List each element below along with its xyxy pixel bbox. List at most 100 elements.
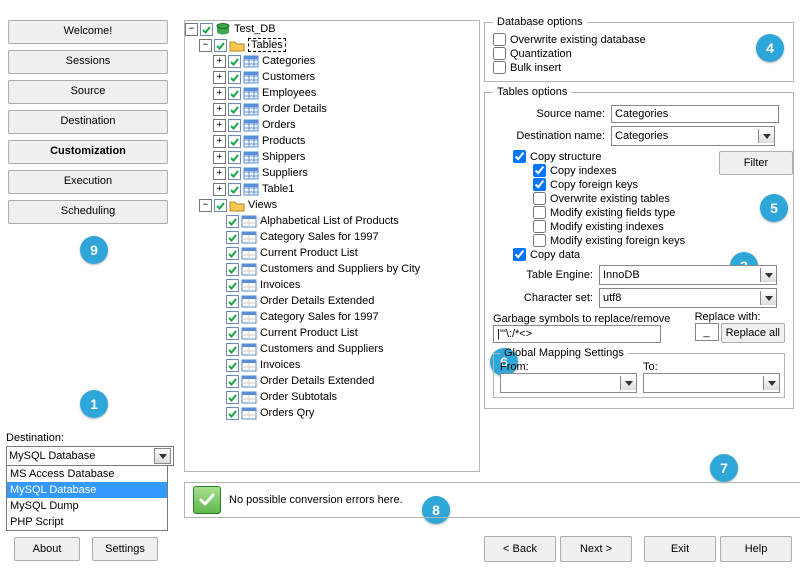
tree-item[interactable]: +Suppliers (185, 165, 479, 181)
checkbox-icon[interactable] (228, 167, 241, 180)
expand-icon[interactable]: + (213, 135, 226, 148)
tree-item[interactable]: Customers and Suppliers (185, 341, 479, 357)
checkbox-icon[interactable] (226, 263, 239, 276)
tree-item[interactable]: +Table1 (185, 181, 479, 197)
table-engine-combo[interactable]: InnoDB (599, 265, 777, 285)
modify-fk-checkbox[interactable]: Modify existing foreign keys (533, 234, 719, 247)
tree-item[interactable]: +Categories (185, 53, 479, 69)
checkbox-icon[interactable] (228, 103, 241, 116)
back-button[interactable]: < Back (484, 536, 556, 562)
bulk-insert-checkbox[interactable]: Bulk insert (493, 61, 785, 74)
collapse-icon[interactable]: − (185, 23, 198, 36)
tree-item[interactable]: Category Sales for 1997 (185, 309, 479, 325)
nav-source[interactable]: Source (8, 80, 168, 104)
copy-data-checkbox[interactable]: Copy data (513, 248, 719, 261)
checkbox-icon[interactable] (226, 359, 239, 372)
checkbox-icon[interactable] (200, 23, 213, 36)
destination-option[interactable]: PHP Script (7, 514, 167, 530)
destination-option[interactable]: MySQL Dump (7, 498, 167, 514)
help-button[interactable]: Help (720, 536, 792, 562)
expand-icon[interactable]: + (213, 183, 226, 196)
nav-scheduling[interactable]: Scheduling (8, 200, 168, 224)
expand-icon[interactable]: + (213, 167, 226, 180)
expand-icon[interactable]: + (213, 71, 226, 84)
destination-option[interactable]: MySQL Database (7, 482, 167, 498)
charset-combo[interactable]: utf8 (599, 288, 777, 308)
checkbox-icon[interactable] (226, 247, 239, 260)
overwrite-tables-checkbox[interactable]: Overwrite existing tables (533, 192, 719, 205)
filter-button[interactable]: Filter (719, 151, 793, 175)
tree-root[interactable]: − Test_DB (185, 21, 479, 37)
checkbox-icon[interactable] (226, 375, 239, 388)
checkbox-icon[interactable] (226, 327, 239, 340)
destination-name-combo[interactable]: Categories (611, 126, 775, 146)
nav-destination[interactable]: Destination (8, 110, 168, 134)
quantization-checkbox[interactable]: Quantization (493, 47, 785, 60)
checkbox-icon[interactable] (226, 231, 239, 244)
nav-customization[interactable]: Customization (8, 140, 168, 164)
tree-item[interactable]: Invoices (185, 277, 479, 293)
tree-item[interactable]: Order Details Extended (185, 373, 479, 389)
checkbox-icon[interactable] (228, 151, 241, 164)
expand-icon[interactable]: + (213, 103, 226, 116)
expand-icon[interactable]: + (213, 55, 226, 68)
checkbox-icon[interactable] (228, 71, 241, 84)
checkbox-icon[interactable] (226, 215, 239, 228)
tree-item[interactable]: Category Sales for 1997 (185, 229, 479, 245)
tree-item[interactable]: +Shippers (185, 149, 479, 165)
tree-item[interactable]: +Order Details (185, 101, 479, 117)
exit-button[interactable]: Exit (644, 536, 716, 562)
tree-item[interactable]: Order Details Extended (185, 293, 479, 309)
tree-views-folder[interactable]: − Views (185, 197, 479, 213)
checkbox-icon[interactable] (228, 119, 241, 132)
collapse-icon[interactable]: − (199, 39, 212, 52)
copy-fk-checkbox[interactable]: Copy foreign keys (533, 178, 719, 191)
copy-structure-checkbox[interactable]: Copy structure (513, 150, 719, 163)
tree-item[interactable]: Current Product List (185, 325, 479, 341)
tree-item[interactable]: Customers and Suppliers by City (185, 261, 479, 277)
tree-tables-folder[interactable]: − Tables (185, 37, 479, 53)
checkbox-icon[interactable] (214, 39, 227, 52)
expand-icon[interactable]: + (213, 151, 226, 164)
object-tree[interactable]: − Test_DB − Tables +Categories+Customers… (184, 20, 480, 472)
tree-item[interactable]: Current Product List (185, 245, 479, 261)
overwrite-db-checkbox[interactable]: Overwrite existing database (493, 33, 785, 46)
checkbox-icon[interactable] (228, 87, 241, 100)
checkbox-icon[interactable] (226, 295, 239, 308)
tree-item[interactable]: +Customers (185, 69, 479, 85)
checkbox-icon[interactable] (228, 55, 241, 68)
replace-with-input[interactable] (695, 323, 719, 341)
tree-item[interactable]: +Employees (185, 85, 479, 101)
tree-item[interactable]: Alphabetical List of Products (185, 213, 479, 229)
tree-item[interactable]: +Orders (185, 117, 479, 133)
copy-indexes-checkbox[interactable]: Copy indexes (533, 164, 719, 177)
destination-option[interactable]: MS Access Database (7, 466, 167, 482)
expand-icon[interactable]: + (213, 119, 226, 132)
next-button[interactable]: Next > (560, 536, 632, 562)
checkbox-icon[interactable] (226, 311, 239, 324)
destination-select[interactable]: MySQL Database (6, 446, 174, 466)
modify-indexes-checkbox[interactable]: Modify existing indexes (533, 220, 719, 233)
collapse-icon[interactable]: − (199, 199, 212, 212)
nav-welcome[interactable]: Welcome! (8, 20, 168, 44)
checkbox-icon[interactable] (226, 279, 239, 292)
settings-button[interactable]: Settings (92, 537, 158, 561)
mapping-to-combo[interactable] (643, 373, 780, 393)
garbage-symbols-input[interactable] (493, 325, 661, 343)
nav-execution[interactable]: Execution (8, 170, 168, 194)
checkbox-icon[interactable] (226, 407, 239, 420)
checkbox-icon[interactable] (228, 135, 241, 148)
tree-item[interactable]: +Products (185, 133, 479, 149)
expand-icon[interactable]: + (213, 87, 226, 100)
tree-item[interactable]: Orders Qry (185, 405, 479, 421)
tree-item[interactable]: Invoices (185, 357, 479, 373)
checkbox-icon[interactable] (228, 183, 241, 196)
source-name-input[interactable] (611, 105, 779, 123)
nav-sessions[interactable]: Sessions (8, 50, 168, 74)
checkbox-icon[interactable] (214, 199, 227, 212)
checkbox-icon[interactable] (226, 343, 239, 356)
tree-item[interactable]: Order Subtotals (185, 389, 479, 405)
mapping-from-combo[interactable] (500, 373, 637, 393)
checkbox-icon[interactable] (226, 391, 239, 404)
modify-fields-checkbox[interactable]: Modify existing fields type (533, 206, 719, 219)
